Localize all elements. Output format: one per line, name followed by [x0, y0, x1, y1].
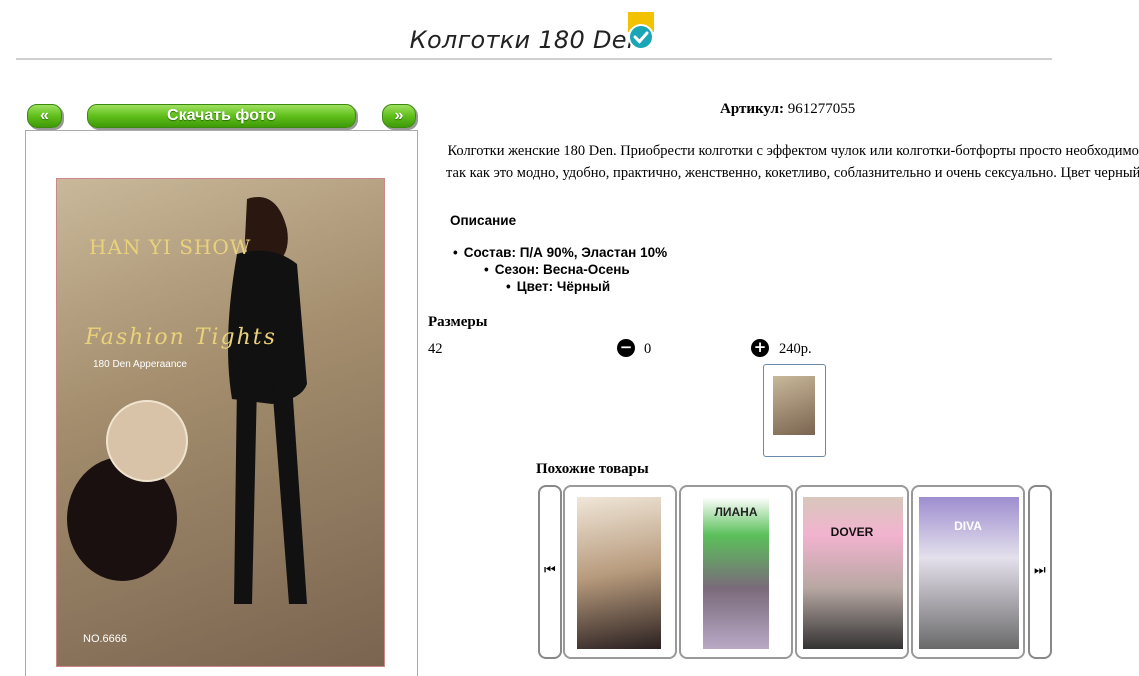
skip-forward-icon: ⏭	[1034, 563, 1046, 578]
product-card-label: DOVER	[830, 525, 874, 539]
product-image	[703, 497, 769, 649]
photo-subtitle-text: 180 Den Apperaance	[93, 359, 187, 370]
sizes-heading: Размеры	[428, 314, 488, 330]
carousel-next-button[interactable]: ⏭	[1028, 485, 1052, 659]
property-composition: Состав: П/А 90%, Эластан 10%	[453, 245, 667, 260]
header-divider	[16, 58, 1052, 60]
property-color: Цвет: Чёрный	[506, 279, 610, 294]
quantity-value: 0	[644, 341, 652, 357]
photo-model-number: NO.6666	[83, 633, 128, 645]
similar-product-card[interactable]: DIVA	[911, 485, 1025, 659]
similar-product-card[interactable]: ЛИАНА	[679, 485, 793, 659]
product-image	[577, 497, 661, 649]
product-card-label: DIVA	[954, 519, 982, 533]
carousel-prev-button[interactable]: ⏮	[538, 485, 562, 659]
similar-products-heading: Похожие товары	[536, 461, 649, 477]
description-heading: Описание	[450, 213, 517, 228]
thumbnail-image	[773, 376, 815, 435]
article-label: Артикул:	[720, 101, 784, 117]
product-image	[803, 497, 903, 649]
similar-product-card[interactable]: DOVER	[795, 485, 909, 659]
plus-circle-icon[interactable]: +	[751, 339, 769, 357]
skip-back-icon: ⏮	[544, 563, 556, 578]
price-value: 240р.	[779, 341, 812, 357]
prev-photo-button[interactable]: «	[27, 104, 62, 128]
article-line: Артикул: 961277055	[720, 101, 855, 118]
property-season: Сезон: Весна-Осень	[484, 262, 630, 277]
minus-circle-icon[interactable]: −	[617, 339, 635, 357]
photo-thumbnail[interactable]	[763, 364, 826, 457]
photo-script-text: Fashion Tights	[85, 325, 277, 350]
download-photo-button[interactable]: Скачать фото	[87, 104, 356, 128]
check-badge-icon	[628, 12, 654, 50]
size-value: 42	[428, 341, 443, 357]
photo-brand-text: HAN YI SHOW	[89, 235, 252, 259]
page-header: Колготки 180 Den	[0, 8, 1052, 54]
next-photo-button[interactable]: »	[382, 104, 416, 128]
product-card-label: ЛИАНА	[714, 505, 758, 519]
product-description: Колготки женские 180 Den. Приобрести кол…	[446, 143, 1139, 181]
article-value: 961277055	[787, 101, 856, 117]
page-title: Колготки 180 Den	[409, 26, 643, 54]
similar-product-card[interactable]	[563, 485, 677, 659]
product-photo[interactable]: HAN YI SHOW Fashion Tights 180 Den Apper…	[56, 178, 385, 667]
